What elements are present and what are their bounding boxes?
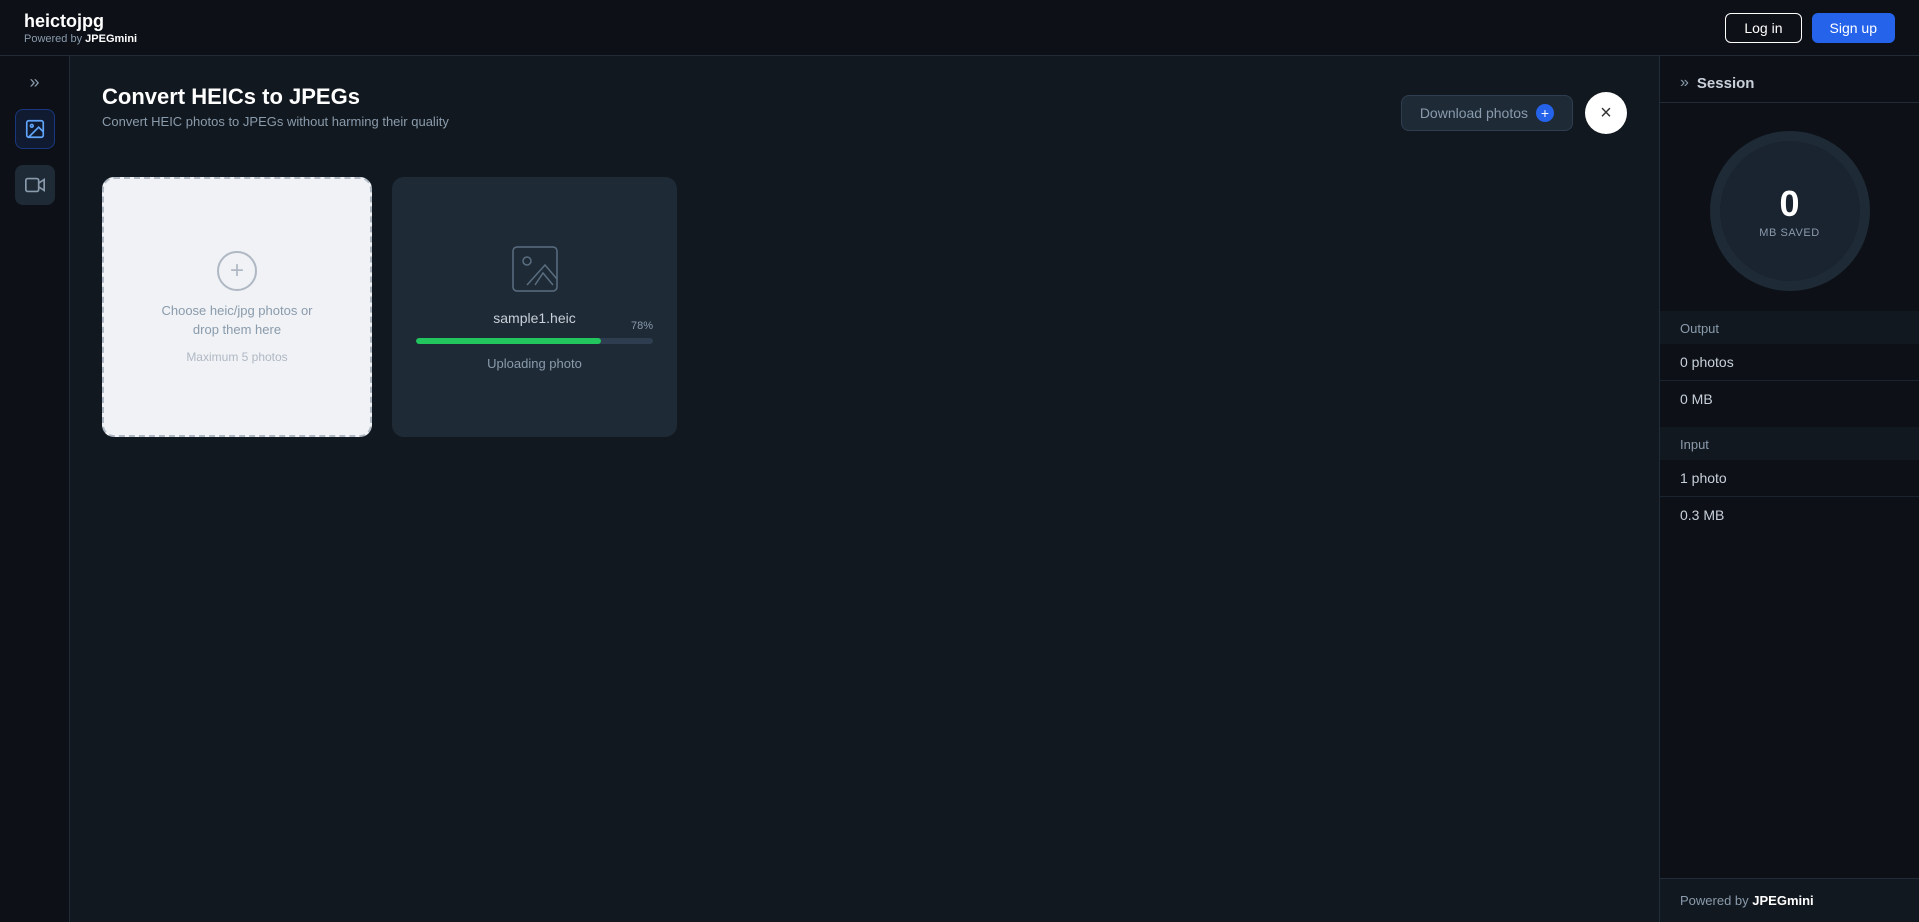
upload-status: Uploading photo: [487, 356, 582, 371]
upload-filename: sample1.heic: [493, 310, 576, 326]
input-mb: 0.3 MB: [1660, 497, 1919, 533]
brand: heictojpg Powered by JPEGmini: [24, 11, 137, 45]
input-photos: 1 photo: [1660, 460, 1919, 497]
topnav: heictojpg Powered by JPEGmini Log in Sig…: [0, 0, 1919, 56]
main-content: Convert HEICs to JPEGs Convert HEIC phot…: [70, 56, 1659, 922]
header-actions: Download photos + ×: [1401, 92, 1627, 134]
file-dropzone[interactable]: + Choose heic/jpg photos or drop them he…: [102, 177, 372, 437]
output-label: Output: [1660, 311, 1919, 344]
progress-bar-wrap: 78%: [416, 338, 653, 344]
page-header: Convert HEICs to JPEGs Convert HEIC phot…: [102, 84, 449, 129]
brand-subtitle: Powered by JPEGmini: [24, 33, 137, 45]
output-mb: 0 MB: [1660, 381, 1919, 417]
upload-file-icon: [509, 243, 561, 298]
close-button[interactable]: ×: [1585, 92, 1627, 134]
brand-title: heictojpg: [24, 11, 137, 32]
output-group: Output 0 photos 0 MB: [1660, 311, 1919, 417]
panel-footer: Powered by JPEGmini: [1660, 878, 1919, 922]
download-plus-icon: +: [1536, 104, 1554, 122]
session-title: Session: [1697, 75, 1755, 92]
cards-row: + Choose heic/jpg photos or drop them he…: [102, 177, 1627, 437]
dropzone-max-label: Maximum 5 photos: [186, 350, 287, 364]
gauge-circle: 0 MB SAVED: [1710, 131, 1870, 291]
nav-buttons: Log in Sign up: [1725, 13, 1895, 43]
images-icon: [24, 118, 46, 140]
panel-header: » Session: [1660, 56, 1919, 103]
gauge-label: MB SAVED: [1759, 227, 1819, 239]
gauge-value: 0: [1779, 183, 1799, 225]
right-panel: » Session 0 MB SAVED Output 0 photos 0 M…: [1659, 56, 1919, 922]
sidebar-collapse-button[interactable]: »: [29, 72, 39, 93]
download-photos-button[interactable]: Download photos +: [1401, 95, 1573, 131]
page-header-row: Convert HEICs to JPEGs Convert HEIC phot…: [102, 84, 1627, 153]
output-photos: 0 photos: [1660, 344, 1919, 381]
progress-track: [416, 338, 653, 344]
sidebar-item-video[interactable]: [15, 165, 55, 205]
video-icon: [24, 174, 46, 196]
input-group: Input 1 photo 0.3 MB: [1660, 427, 1919, 533]
sidebar: »: [0, 56, 70, 922]
layout: » Convert HEICs to JPEGs Convert HEIC ph…: [0, 56, 1919, 922]
panel-chevrons-icon: »: [1680, 74, 1689, 92]
dropzone-plus-icon: +: [217, 251, 257, 291]
input-label: Input: [1660, 427, 1919, 460]
page-title: Convert HEICs to JPEGs: [102, 84, 449, 110]
upload-card: sample1.heic 78% Uploading photo: [392, 177, 677, 437]
progress-fill: [416, 338, 601, 344]
sidebar-item-images[interactable]: [15, 109, 55, 149]
page-subtitle: Convert HEIC photos to JPEGs without har…: [102, 114, 449, 129]
dropzone-label: Choose heic/jpg photos or drop them here: [161, 301, 312, 340]
stats-section: Output 0 photos 0 MB Input 1 photo 0.3 M…: [1660, 311, 1919, 878]
login-button[interactable]: Log in: [1725, 13, 1801, 43]
gauge-wrap: 0 MB SAVED: [1660, 103, 1919, 311]
progress-percent: 78%: [631, 320, 653, 332]
signup-button[interactable]: Sign up: [1812, 13, 1895, 43]
